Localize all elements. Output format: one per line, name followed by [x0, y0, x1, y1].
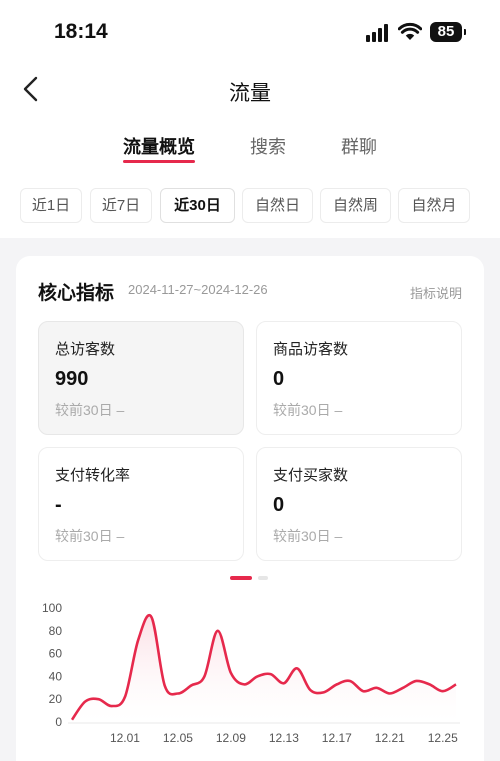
metric-value: 0 — [273, 368, 285, 390]
y-tick-label: 100 — [42, 601, 62, 615]
y-tick-label: 60 — [49, 647, 63, 661]
tab-group-chat[interactable]: 群聊 — [341, 133, 377, 159]
metric-label: 商品访客数 — [273, 341, 349, 358]
range-30-days[interactable]: 近30日 — [160, 188, 235, 223]
nav-bar: 流量 — [0, 66, 500, 112]
x-tick-label: 12.21 — [375, 731, 405, 745]
range-natural-day[interactable]: 自然日 — [242, 188, 313, 223]
range-7-days[interactable]: 近7日 — [90, 188, 152, 223]
metric-label: 支付转化率 — [55, 467, 131, 484]
wifi-icon — [398, 22, 422, 40]
signal-icon — [366, 24, 390, 42]
range-natural-week[interactable]: 自然周 — [320, 188, 391, 223]
core-metrics-card: 核心指标 2024-11-27~2024-12-26 指标说明 总访客数 990… — [16, 256, 484, 761]
range-1-day[interactable]: 近1日 — [20, 188, 82, 223]
battery-icon: 85 — [430, 22, 466, 42]
range-natural-month[interactable]: 自然月 — [398, 188, 470, 223]
metric-product-visitors[interactable]: 商品访客数 0 较前30日 – — [256, 321, 462, 435]
metrics-help-link[interactable]: 指标说明 — [410, 283, 462, 302]
metric-compare: 较前30日 – — [273, 528, 343, 544]
status-time: 18:14 — [54, 20, 108, 43]
status-bar: 18:14 85 — [0, 0, 500, 66]
pager-dot[interactable] — [258, 576, 268, 580]
metric-compare: 较前30日 – — [55, 402, 125, 418]
y-tick-label: 40 — [49, 669, 63, 683]
metric-label: 支付买家数 — [273, 467, 349, 484]
top-panel: 18:14 85 流量 流量概览 搜索 群聊 近1日 近7日 近30日 自然日 … — [0, 0, 500, 238]
x-tick-label: 12.25 — [428, 731, 458, 745]
x-tick-label: 12.05 — [163, 731, 193, 745]
metric-label: 总访客数 — [55, 341, 116, 358]
metric-total-visitors[interactable]: 总访客数 990 较前30日 – — [38, 321, 244, 435]
metric-compare: 较前30日 – — [273, 402, 343, 418]
visitors-trend-chart: 0 20 40 60 80 100 12.01 12.05 12.09 12.13 12.17 12.… — [42, 601, 460, 745]
x-tick-label: 12.09 — [216, 731, 246, 745]
core-metrics-title: 核心指标 — [38, 283, 115, 304]
metric-compare: 较前30日 – — [55, 528, 125, 544]
tab-traffic-overview[interactable]: 流量概览 — [123, 133, 195, 159]
metric-value: 990 — [55, 368, 89, 390]
tab-bar: 流量概览 搜索 群聊 — [0, 130, 500, 170]
tab-active-indicator — [123, 160, 195, 163]
metric-payment-conversion-rate[interactable]: 支付转化率 - 较前30日 – — [38, 447, 244, 561]
core-metrics-date-range: 2024-11-27~2024-12-26 — [128, 282, 268, 297]
x-tick-label: 12.13 — [269, 731, 299, 745]
metric-paying-buyers[interactable]: 支付买家数 0 较前30日 – — [256, 447, 462, 561]
date-range-selector: 近1日 近7日 近30日 自然日 自然周 自然月 — [0, 188, 500, 224]
y-tick-label: 20 — [49, 692, 63, 706]
page-title: 流量 — [229, 82, 271, 105]
metric-value: 0 — [273, 494, 285, 516]
y-tick-label: 0 — [55, 715, 62, 729]
metric-value: - — [55, 494, 62, 516]
pager-dot-active[interactable] — [230, 576, 252, 580]
tab-search[interactable]: 搜索 — [250, 133, 286, 159]
y-tick-label: 80 — [49, 624, 63, 638]
x-tick-label: 12.17 — [322, 731, 352, 745]
x-tick-label: 12.01 — [110, 731, 140, 745]
series-area-fill — [72, 615, 456, 722]
